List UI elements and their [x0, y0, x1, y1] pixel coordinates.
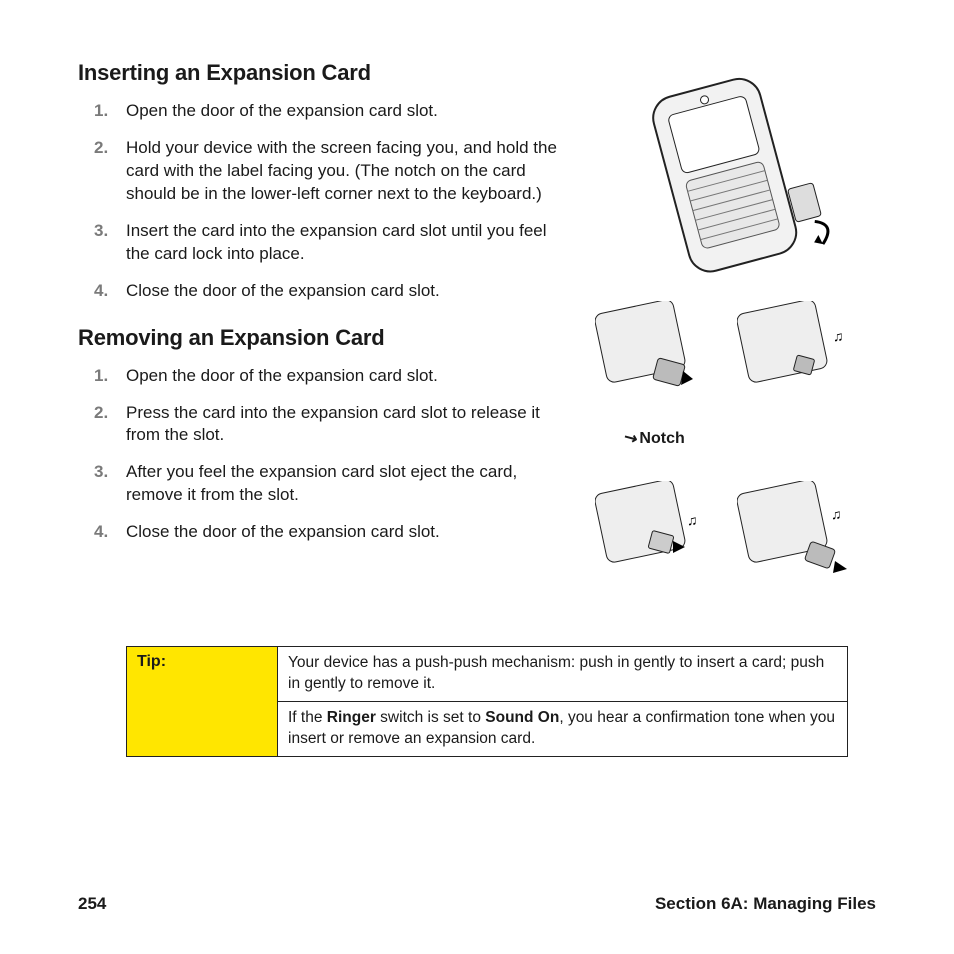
- step-item: 2. Hold your device with the screen faci…: [126, 137, 558, 206]
- figure-row-insert: ♫: [594, 300, 858, 412]
- step-number: 1.: [94, 100, 108, 123]
- step-text: Close the door of the expansion card slo…: [126, 281, 440, 300]
- insert-step-illustration: [594, 300, 716, 412]
- step-item: 3. Insert the card into the expansion ca…: [126, 220, 558, 266]
- step-item: 4. Close the door of the expansion card …: [126, 521, 558, 544]
- step-item: 1. Open the door of the expansion card s…: [126, 365, 558, 388]
- step-item: 1. Open the door of the expansion card s…: [126, 100, 558, 123]
- step-number: 4.: [94, 521, 108, 544]
- insert-step-illustration: ♫: [736, 300, 858, 412]
- step-number: 2.: [94, 137, 108, 160]
- tip-bold: Ringer: [327, 709, 376, 726]
- tip-row: Your device has a push-push mechanism: p…: [278, 647, 847, 701]
- steps-inserting: 1. Open the door of the expansion card s…: [78, 100, 558, 303]
- remove-step-illustration: ♫: [594, 480, 716, 592]
- step-text: Press the card into the expansion card s…: [126, 403, 540, 445]
- svg-text:♫: ♫: [831, 506, 842, 522]
- svg-text:♫: ♫: [687, 512, 698, 528]
- body-columns: Inserting an Expansion Card 1. Open the …: [78, 54, 876, 592]
- text-column: Inserting an Expansion Card 1. Open the …: [78, 54, 558, 592]
- heading-inserting: Inserting an Expansion Card: [78, 60, 558, 86]
- step-item: 3. After you feel the expansion card slo…: [126, 461, 558, 507]
- step-item: 4. Close the door of the expansion card …: [126, 280, 558, 303]
- step-text: Hold your device with the screen facing …: [126, 138, 557, 203]
- tip-box: Tip: Your device has a push-push mechani…: [126, 646, 848, 757]
- manual-page: Inserting an Expansion Card 1. Open the …: [0, 0, 954, 954]
- tip-row: If the Ringer switch is set to Sound On,…: [278, 701, 847, 756]
- tip-content: Your device has a push-push mechanism: p…: [278, 647, 847, 756]
- step-text: After you feel the expansion card slot e…: [126, 462, 517, 504]
- page-number: 254: [78, 894, 106, 914]
- heading-removing: Removing an Expansion Card: [78, 325, 558, 351]
- step-number: 2.: [94, 402, 108, 425]
- step-number: 3.: [94, 461, 108, 484]
- figure-caption-notch: ↘Notch: [624, 428, 685, 448]
- steps-removing: 1. Open the door of the expansion card s…: [78, 365, 558, 545]
- remove-step-illustration: ♫: [736, 480, 858, 592]
- step-text: Close the door of the expansion card slo…: [126, 522, 440, 541]
- figure-row-remove: ♫ ♫: [594, 480, 858, 592]
- step-number: 4.: [94, 280, 108, 303]
- step-number: 3.: [94, 220, 108, 243]
- tip-text: switch is set to: [376, 709, 485, 726]
- tip-text: If the: [288, 709, 327, 726]
- step-text: Open the door of the expansion card slot…: [126, 101, 438, 120]
- step-text: Open the door of the expansion card slot…: [126, 366, 438, 385]
- step-text: Insert the card into the expansion card …: [126, 221, 547, 263]
- step-number: 1.: [94, 365, 108, 388]
- svg-text:♫: ♫: [833, 328, 844, 344]
- figure-column: ♫ ↘Notch ♫: [576, 54, 876, 592]
- tip-bold: Sound On: [485, 709, 559, 726]
- caption-text: Notch: [639, 430, 684, 447]
- section-title: Section 6A: Managing Files: [655, 894, 876, 914]
- page-footer: 254 Section 6A: Managing Files: [78, 894, 876, 914]
- tip-label: Tip:: [127, 647, 278, 756]
- device-illustration: [610, 74, 842, 286]
- step-item: 2. Press the card into the expansion car…: [126, 402, 558, 448]
